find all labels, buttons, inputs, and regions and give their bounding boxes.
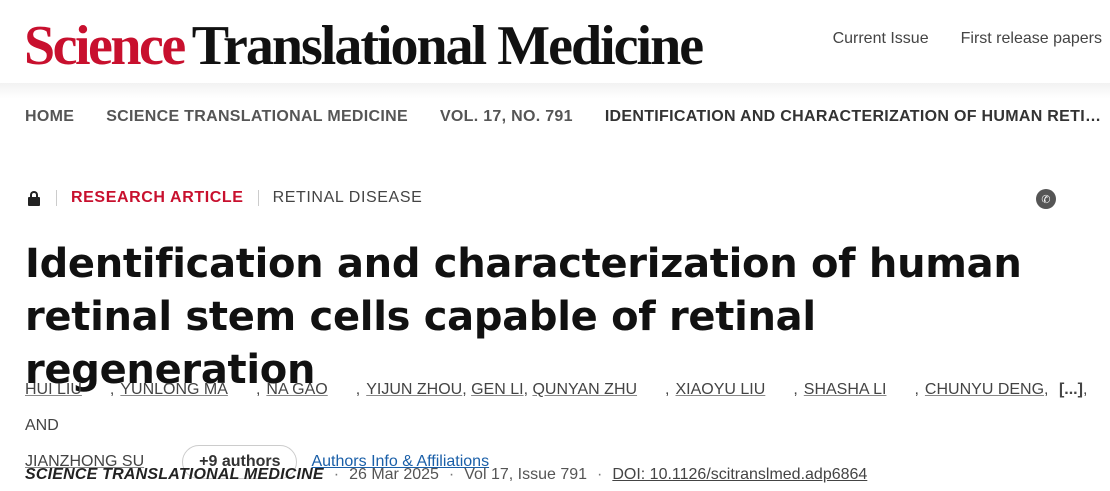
author-link[interactable]: SHASHA LI — [804, 381, 887, 398]
author-link[interactable]: HUI LIU — [25, 381, 82, 398]
top-nav: Current Issue First release papers — [833, 30, 1102, 48]
site-header: Science Translational Medicine Current I… — [0, 0, 1110, 83]
divider — [56, 190, 57, 206]
breadcrumb-journal[interactable]: SCIENCE TRANSLATIONAL MEDICINE — [106, 108, 408, 126]
nav-first-release[interactable]: First release papers — [961, 30, 1102, 48]
citation-date: 26 Mar 2025 — [349, 466, 439, 483]
lock-icon — [28, 190, 40, 206]
author-link[interactable]: XIAOYU LIU — [676, 381, 766, 398]
breadcrumb-issue[interactable]: VOL. 17, NO. 791 — [440, 108, 573, 126]
whatsapp-icon[interactable]: ✆ — [1036, 189, 1056, 209]
citation-line: SCIENCE TRANSLATIONAL MEDICINE · 26 Mar … — [25, 466, 868, 484]
logo-science-text: Science — [24, 15, 186, 77]
author-link[interactable]: YIJUN ZHOU — [366, 381, 462, 398]
author-link[interactable]: YUNLONG MA — [120, 381, 228, 398]
journal-logo[interactable]: Science Translational Medicine — [24, 14, 704, 77]
more-authors-marker[interactable]: [...] — [1059, 372, 1083, 408]
breadcrumb: HOME SCIENCE TRANSLATIONAL MEDICINE VOL.… — [25, 108, 1107, 126]
author-link[interactable]: QUNYAN ZHU — [532, 381, 637, 398]
citation-volume[interactable]: Vol 17, Issue 791 — [464, 466, 587, 484]
logo-journal-text: Translational Medicine — [191, 15, 704, 77]
divider — [257, 190, 259, 206]
author-link[interactable]: CHUNYU DENG — [925, 381, 1044, 398]
and-text: AND — [25, 417, 59, 434]
article-subject[interactable]: RETINAL DISEASE — [273, 189, 423, 207]
article-type: RESEARCH ARTICLE — [71, 189, 244, 206]
breadcrumb-article: IDENTIFICATION AND CHARACTERIZATION OF H… — [604, 108, 1107, 125]
author-link[interactable]: NA GAO — [266, 381, 327, 398]
author-list: HUI LIU, YUNLONG MA, NA GAO, YIJUN ZHOU, GE… — [25, 372, 1090, 480]
citation-journal: SCIENCE TRANSLATIONAL MEDICINE — [25, 466, 324, 483]
nav-current-issue[interactable]: Current Issue — [833, 30, 929, 48]
doi-link[interactable]: DOI: 10.1126/scitranslmed.adp6864 — [612, 466, 867, 484]
article-meta: RESEARCH ARTICLE RETINAL DISEASE — [28, 189, 422, 207]
author-link[interactable]: GEN LI — [471, 381, 523, 398]
breadcrumb-home[interactable]: HOME — [25, 108, 74, 126]
